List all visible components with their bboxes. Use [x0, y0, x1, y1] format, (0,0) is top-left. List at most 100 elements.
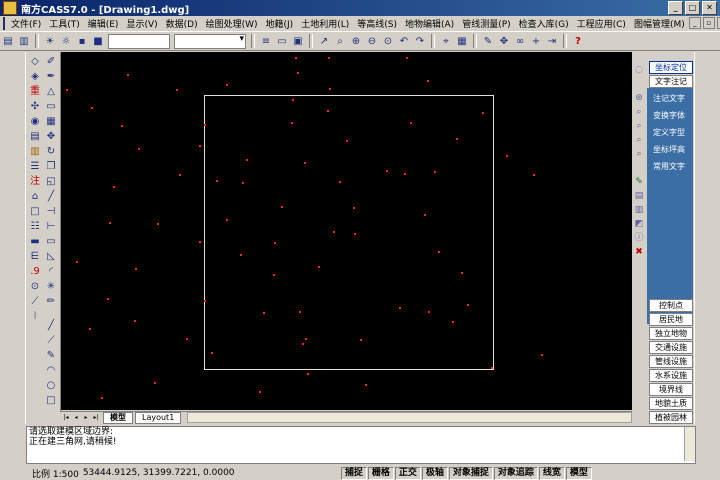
edit-pen-icon[interactable]: ✎	[633, 176, 645, 188]
residential-button[interactable]: 居民地	[649, 313, 693, 326]
horizontal-scrollbar[interactable]	[187, 412, 632, 423]
linetype-dropdown[interactable]	[174, 33, 246, 49]
heavy-icon[interactable]: 重	[28, 86, 42, 98]
zoom-window-icon[interactable]: ⊕	[349, 34, 363, 48]
network-icon[interactable]: ✣	[28, 101, 42, 113]
tool-icon[interactable]: ◩	[633, 218, 645, 230]
menu-check[interactable]: 检查入库(G)	[515, 17, 573, 30]
bulb-icon[interactable]: ☀	[43, 34, 57, 48]
target-icon[interactable]: ⊙	[28, 281, 42, 293]
coordinate-locate-button[interactable]: 坐标定位	[649, 61, 693, 74]
zoom-previous-icon[interactable]: ⊖	[365, 34, 379, 48]
menu-drawing[interactable]: 绘图处理(W)	[202, 17, 262, 30]
command-window[interactable]: 请选取建模区域边界: 正在建三角网,请稍候!	[26, 426, 696, 464]
annotate-text-item[interactable]: 注记文字	[647, 90, 693, 107]
save-icon[interactable]: ▣	[291, 34, 305, 48]
line-icon[interactable]: ╱	[44, 191, 58, 203]
inspect-icon[interactable]: ⌕	[633, 134, 645, 146]
layer-state-icon[interactable]: ▥	[17, 34, 31, 48]
measure-icon[interactable]: ⌕	[633, 120, 645, 132]
drawing-canvas[interactable]	[61, 52, 632, 410]
command-prompt[interactable]	[27, 447, 695, 457]
scale-icon[interactable]: ◱	[44, 176, 58, 188]
tab-model[interactable]: 模型	[103, 411, 133, 424]
slope-icon[interactable]: ⟋	[28, 296, 42, 308]
control-point-button[interactable]: 控制点	[649, 299, 693, 312]
eraser-icon[interactable]: ✏	[44, 296, 58, 308]
tab-last-icon[interactable]: ▸|	[91, 413, 101, 422]
tag-icon[interactable]: ◇	[28, 56, 42, 68]
query-icon[interactable]: ⌖	[439, 34, 453, 48]
fence-icon[interactable]: ▬	[28, 236, 42, 248]
open-icon[interactable]: ▭	[275, 34, 289, 48]
ortho-toggle[interactable]: 正交	[394, 466, 421, 480]
menu-engineering[interactable]: 工程应用(C)	[573, 17, 630, 30]
zoom-realtime-icon[interactable]: ⌕	[333, 34, 347, 48]
abc-icon[interactable]: ▤	[28, 131, 42, 143]
rail-icon[interactable]: ☷	[28, 221, 42, 233]
common-text-item[interactable]: 常用文字	[647, 158, 693, 175]
info-icon[interactable]: ⓘ	[633, 232, 645, 244]
circle-icon[interactable]: ○	[44, 380, 58, 392]
properties-icon[interactable]: ≡	[259, 34, 273, 48]
boundary-line-button[interactable]: 境界线	[649, 383, 693, 396]
layers-icon[interactable]: ☰	[28, 161, 42, 173]
layer-manager-icon[interactable]: ▤	[1, 34, 15, 48]
redo-icon[interactable]: ↷	[413, 34, 427, 48]
query-point-icon[interactable]: ⊛	[633, 92, 645, 104]
brush-icon[interactable]: ✐	[44, 56, 58, 68]
landform-button[interactable]: 地貌土质	[649, 397, 693, 410]
model-toggle[interactable]: 模型	[565, 466, 592, 480]
color-icon[interactable]: ■	[91, 34, 105, 48]
pen-icon[interactable]: ✒	[44, 71, 58, 83]
panel-icon[interactable]: ▥	[633, 204, 645, 216]
pan-icon[interactable]: ↗	[317, 34, 331, 48]
maximize-button[interactable]: □	[685, 1, 700, 15]
arc-icon[interactable]: ◠	[44, 365, 58, 377]
annotation-icon[interactable]: 注	[28, 176, 42, 188]
lineweight-toggle[interactable]: 线宽	[538, 466, 565, 480]
menu-cadastre[interactable]: 地籍(J)	[262, 17, 298, 30]
globe-icon[interactable]: ◉	[28, 116, 42, 128]
lock-icon[interactable]: ▪	[75, 34, 89, 48]
rectangle-icon[interactable]: ▭	[44, 101, 58, 113]
cross-icon[interactable]: +	[529, 34, 543, 48]
cass-app-icon[interactable]	[3, 1, 17, 15]
menu-tools[interactable]: 工具(T)	[45, 17, 84, 30]
osnap-toggle[interactable]: 对象捕捉	[448, 466, 493, 480]
link-icon[interactable]: ∞	[513, 34, 527, 48]
minimize-button[interactable]: _	[668, 1, 683, 15]
extend-icon[interactable]: ⇥	[545, 34, 559, 48]
pipeline-button[interactable]: 管线设施	[649, 355, 693, 368]
box-icon[interactable]: □	[28, 206, 42, 218]
spiral-icon[interactable]: ◌	[633, 64, 645, 76]
copy-icon[interactable]: ❐	[44, 161, 58, 173]
tab-prev-icon[interactable]: ◂	[71, 413, 81, 422]
menu-feature-edit[interactable]: 地物编辑(A)	[401, 17, 458, 30]
menu-view[interactable]: 显示(V)	[122, 17, 161, 30]
rect-icon[interactable]: □	[44, 395, 58, 407]
independent-feature-button[interactable]: 独立地物	[649, 327, 693, 340]
move-icon[interactable]: ✥	[497, 34, 511, 48]
define-style-item[interactable]: 定义字型	[647, 124, 693, 141]
select-icon[interactable]: ⌕	[633, 148, 645, 160]
menu-pipeline[interactable]: 管线测量(P)	[458, 17, 514, 30]
rotate-icon[interactable]: ↻	[44, 146, 58, 158]
explode-icon[interactable]: ✳	[44, 281, 58, 293]
close-button[interactable]: ✕	[702, 1, 717, 15]
xyz-icon[interactable]: ▥	[28, 146, 42, 158]
move-tool-icon[interactable]: ✥	[44, 131, 58, 143]
search-icon[interactable]: ⌕	[633, 106, 645, 118]
tab-first-icon[interactable]: |◂	[61, 413, 71, 422]
pipe-icon[interactable]: ⋿	[28, 251, 42, 263]
extend-tool-icon[interactable]: ⊢	[44, 221, 58, 233]
polyline-icon[interactable]: ⟋	[44, 335, 58, 347]
calculator-icon[interactable]: ▦	[455, 34, 469, 48]
shield-icon[interactable]: ◈	[28, 71, 42, 83]
layer-panel-icon[interactable]: ▤	[633, 190, 645, 202]
building-icon[interactable]: ⌂	[28, 191, 42, 203]
undo-icon[interactable]: ↶	[397, 34, 411, 48]
menu-data[interactable]: 数据(D)	[162, 17, 202, 30]
menu-contour[interactable]: 等高线(S)	[353, 17, 401, 30]
water-system-button[interactable]: 水系设施	[649, 369, 693, 382]
